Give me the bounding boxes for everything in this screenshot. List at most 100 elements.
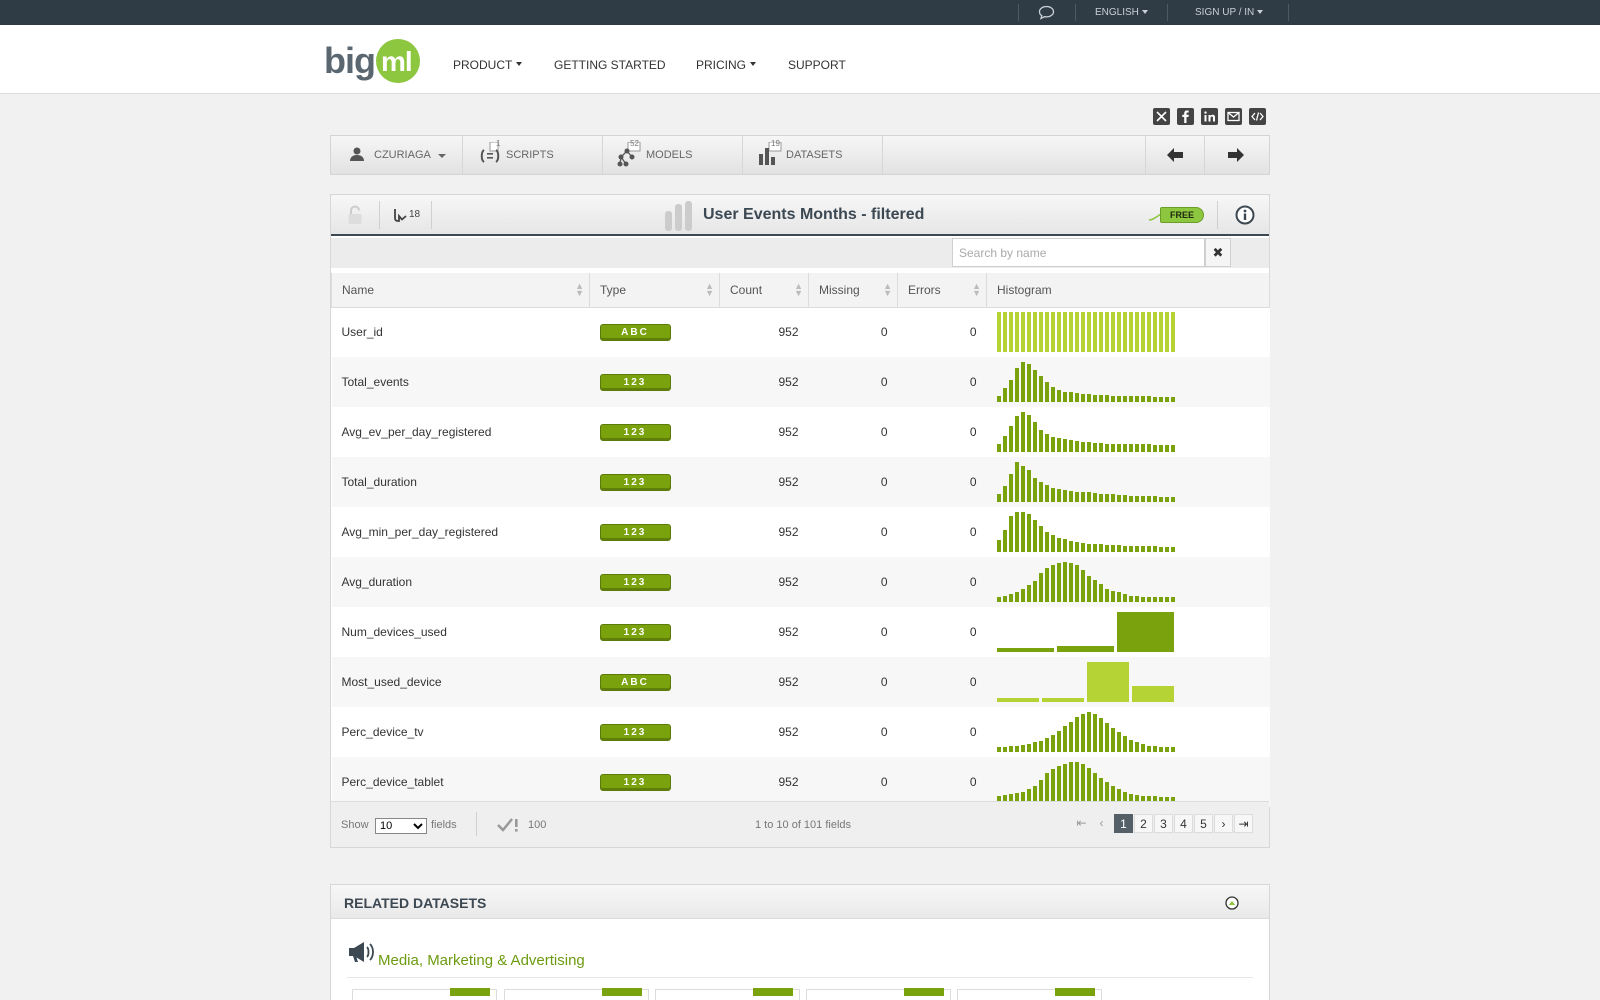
field-histogram[interactable] — [996, 612, 1177, 652]
histogram-bar — [1086, 442, 1091, 452]
histogram-bar — [1170, 444, 1175, 452]
field-histogram[interactable] — [996, 312, 1177, 353]
related-category-link[interactable]: Media, Marketing & Advertising — [378, 952, 585, 969]
field-name[interactable]: Perc_device_tablet — [331, 757, 590, 807]
table-row[interactable]: Perc_device_tv 123 952 0 0 — [331, 707, 1270, 757]
column-header-label: Type — [600, 282, 627, 297]
tab-scripts[interactable]: 1 SCRIPTS — [463, 136, 603, 174]
tab-user[interactable]: CZURIAGA — [331, 136, 463, 174]
histogram-bar — [1146, 496, 1151, 502]
nav-pricing[interactable]: PRICING — [696, 58, 757, 72]
bigml-logo[interactable]: big ml — [324, 37, 424, 87]
field-histogram[interactable] — [996, 762, 1177, 802]
page-button[interactable]: 5 — [1194, 814, 1213, 833]
page-button[interactable]: 1 — [1114, 814, 1133, 833]
chevron-right-icon[interactable]: › — [1214, 814, 1233, 833]
field-name[interactable]: Avg_min_per_day_registered — [331, 507, 590, 557]
title-divider — [431, 201, 432, 229]
table-row[interactable]: Avg_duration 123 952 0 0 — [331, 557, 1270, 607]
tab-models[interactable]: 52 MODELS — [603, 136, 743, 174]
field-histogram[interactable] — [996, 462, 1177, 502]
page-button[interactable]: 2 — [1134, 814, 1153, 833]
field-name[interactable]: Most_used_device — [331, 657, 590, 707]
field-name[interactable]: Avg_duration — [331, 557, 590, 607]
histogram-bar — [1044, 485, 1049, 502]
field-errors: 0 — [897, 607, 987, 657]
sort-icon: ▲ ▼ — [794, 281, 803, 298]
column-header-name[interactable]: Name ▲ ▼ — [331, 273, 590, 308]
field-histogram[interactable] — [996, 412, 1177, 452]
field-name[interactable]: Total_events — [331, 357, 590, 407]
histogram-bar — [1134, 546, 1139, 552]
column-header-errors[interactable]: Errors ▲ ▼ — [897, 273, 987, 308]
field-histogram[interactable] — [996, 512, 1177, 552]
histogram-bar — [1056, 766, 1061, 802]
first-page-icon[interactable]: ⇤ — [1072, 814, 1091, 833]
back-button[interactable] — [1145, 136, 1205, 174]
field-histogram[interactable] — [996, 562, 1177, 602]
field-name[interactable]: Total_duration — [331, 457, 590, 507]
tab-datasets[interactable]: 19 DATASETS — [743, 136, 883, 174]
column-header-type[interactable]: Type ▲ ▼ — [589, 273, 720, 308]
email-icon[interactable] — [1225, 108, 1242, 125]
histogram-bar — [1116, 592, 1121, 602]
page-button[interactable]: 3 — [1154, 814, 1173, 833]
table-row[interactable]: User_id ABC 952 0 0 — [331, 307, 1270, 357]
field-name[interactable]: Num_devices_used — [331, 607, 590, 657]
twitter-x-icon[interactable] — [1153, 108, 1170, 125]
search-input[interactable] — [952, 238, 1205, 267]
chevron-down-icon — [750, 62, 757, 67]
close-icon[interactable]: ✖ — [1205, 238, 1231, 267]
collapse-icon[interactable] — [1225, 896, 1239, 910]
table-row[interactable]: Avg_min_per_day_registered 123 952 0 0 — [331, 507, 1270, 557]
histogram-bar — [1092, 442, 1097, 452]
histogram-bar — [1008, 380, 1013, 402]
signup-label: SIGN UP / IN — [1195, 7, 1255, 18]
page-size-select[interactable]: 10 — [375, 818, 427, 834]
unlock-icon[interactable] — [347, 205, 363, 225]
info-icon[interactable] — [1235, 205, 1255, 225]
page-button[interactable]: 4 — [1174, 814, 1193, 833]
field-histogram[interactable] — [996, 662, 1177, 702]
column-header-count[interactable]: Count ▲ ▼ — [719, 273, 809, 308]
related-dataset-card[interactable] — [655, 988, 800, 1000]
language-selector[interactable]: ENGLISH — [1095, 7, 1148, 18]
table-row[interactable]: Perc_device_tablet 123 952 0 0 — [331, 757, 1270, 807]
table-row[interactable]: Total_duration 123 952 0 0 — [331, 457, 1270, 507]
main-header: big ml PRODUCT GETTING STARTED PRICING S… — [0, 25, 1600, 94]
chat-icon[interactable] — [1038, 5, 1055, 20]
last-page-icon[interactable]: ⇥ — [1234, 814, 1253, 833]
field-histogram[interactable] — [996, 362, 1177, 402]
chevron-left-icon[interactable]: ‹ — [1092, 814, 1111, 833]
field-name[interactable]: Avg_ev_per_day_registered — [331, 407, 590, 457]
related-dataset-card[interactable] — [957, 988, 1102, 1000]
histogram-bar — [1080, 542, 1085, 552]
histogram-bar — [1128, 595, 1133, 602]
related-dataset-card[interactable] — [806, 988, 951, 1000]
facebook-icon[interactable] — [1177, 108, 1194, 125]
histogram-bar — [1086, 543, 1091, 552]
field-histogram[interactable] — [996, 712, 1177, 752]
related-dataset-card[interactable] — [504, 988, 649, 1000]
field-name[interactable]: User_id — [331, 307, 590, 357]
field-name[interactable]: Perc_device_tv — [331, 707, 590, 757]
nav-product[interactable]: PRODUCT — [453, 58, 523, 72]
nav-getting-started[interactable]: GETTING STARTED — [554, 58, 666, 72]
table-row[interactable]: Num_devices_used 123 952 0 0 — [331, 607, 1270, 657]
histogram-bar — [996, 597, 1001, 602]
embed-code-icon[interactable] — [1249, 108, 1266, 125]
nav-support[interactable]: SUPPORT — [788, 58, 846, 72]
check-preview-icon[interactable] — [497, 817, 521, 833]
histogram-bar — [1038, 780, 1043, 802]
linkedin-icon[interactable] — [1201, 108, 1218, 125]
table-row[interactable]: Avg_ev_per_day_registered 123 952 0 0 — [331, 407, 1270, 457]
related-dataset-card[interactable] — [352, 988, 497, 1000]
signup-menu[interactable]: SIGN UP / IN — [1195, 7, 1264, 18]
table-row[interactable]: Most_used_device ABC 952 0 0 — [331, 657, 1270, 707]
histogram-bar — [1158, 396, 1163, 402]
column-header-missing[interactable]: Missing ▲ ▼ — [808, 273, 898, 308]
histogram-bar — [1134, 444, 1139, 452]
histogram-bar — [1116, 395, 1121, 402]
table-row[interactable]: Total_events 123 952 0 0 — [331, 357, 1270, 407]
forward-button[interactable] — [1205, 136, 1269, 174]
